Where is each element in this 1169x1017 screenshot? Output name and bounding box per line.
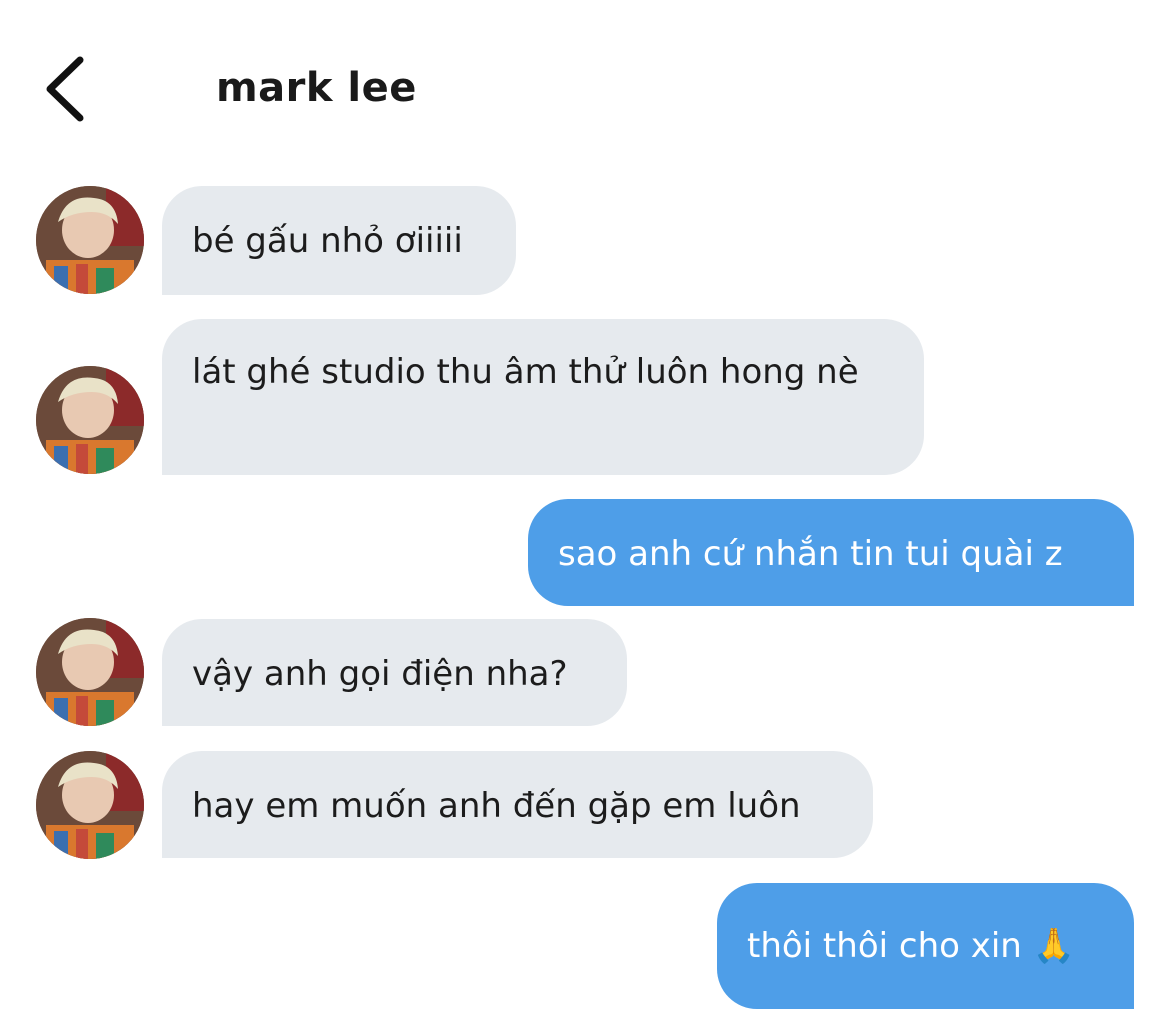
message-bubble-incoming[interactable]: bé gấu nhỏ ơiiiii: [162, 186, 516, 295]
message-bubble-incoming[interactable]: lát ghé studio thu âm thử luôn hong nè: [162, 319, 924, 475]
message-bubble-incoming[interactable]: vậy anh gọi điện nha?: [162, 619, 627, 726]
avatar[interactable]: [36, 186, 144, 294]
chevron-left-icon: [46, 56, 84, 122]
back-button[interactable]: [36, 52, 96, 124]
message-text: bé gấu nhỏ ơiiiii: [192, 221, 463, 261]
chat-header: mark lee: [0, 0, 1169, 170]
avatar[interactable]: [36, 751, 144, 859]
message-text: thôi thôi cho xin 🙏: [747, 926, 1075, 966]
message-bubble-outgoing[interactable]: thôi thôi cho xin 🙏: [717, 883, 1134, 1009]
message-text: hay em muốn anh đến gặp em luôn: [192, 786, 801, 826]
message-text: vậy anh gọi điện nha?: [192, 654, 568, 694]
avatar[interactable]: [36, 366, 144, 474]
message-bubble-outgoing[interactable]: sao anh cứ nhắn tin tui quài z: [528, 499, 1134, 606]
avatar[interactable]: [36, 618, 144, 726]
message-text: lát ghé studio thu âm thử luôn hong nè: [192, 352, 859, 392]
message-text: sao anh cứ nhắn tin tui quài z: [558, 534, 1063, 574]
message-bubble-incoming[interactable]: hay em muốn anh đến gặp em luôn: [162, 751, 873, 858]
contact-name[interactable]: mark lee: [216, 62, 417, 114]
